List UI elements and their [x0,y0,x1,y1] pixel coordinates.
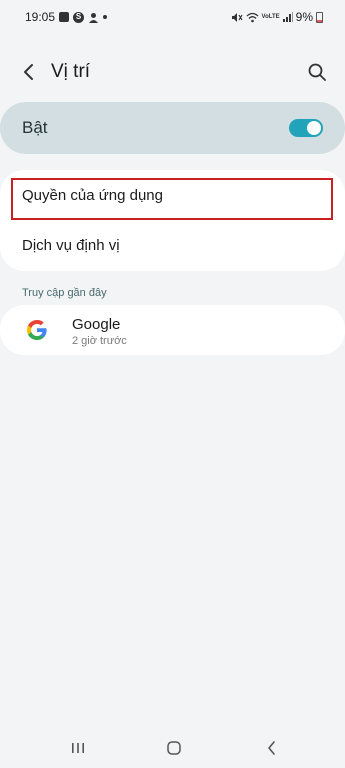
battery-percent: 9% [295,10,313,24]
status-bar: 19:05 S VoLTE 9% [0,0,345,36]
signal-icon [282,12,293,22]
navigation-bar [0,728,345,768]
status-time: 19:05 [25,10,56,24]
mute-icon [231,12,243,23]
home-button[interactable] [162,736,186,760]
recent-app-time: 2 giờ trước [72,335,127,347]
app-permissions-item[interactable]: Quyền của ứng dụng [0,170,345,220]
location-services-item[interactable]: Dịch vụ định vị [0,220,345,270]
person-notification-icon [88,12,99,23]
recents-icon [72,743,84,753]
location-switch[interactable] [289,119,323,137]
recent-access-card: Google 2 giờ trước [0,305,345,355]
volte-icon: VoLTE [261,14,280,20]
switch-knob [307,121,321,135]
page-title: Vị trí [51,61,91,82]
chevron-left-icon [24,64,33,80]
battery-icon [316,11,323,23]
recent-access-header: Truy cập gần đây [22,287,107,299]
more-notifications-dot-icon [103,15,108,19]
app-permissions-label: Quyền của ứng dụng [22,186,163,204]
search-button[interactable] [305,60,329,84]
recents-button[interactable] [66,736,90,760]
s-app-notification-icon: S [73,11,85,23]
nav-back-button[interactable] [260,736,284,760]
status-right: VoLTE 9% [231,10,323,24]
recent-app-name: Google [72,316,121,333]
back-button[interactable] [17,60,41,84]
app-header: Vị trí [0,52,345,92]
location-toggle-label: Bật [22,118,48,137]
location-services-label: Dịch vụ định vị [22,236,120,254]
search-icon [308,63,326,81]
home-icon [167,741,181,755]
recent-app-item[interactable]: Google 2 giờ trước [0,305,345,355]
status-left: 19:05 S [25,10,108,24]
back-icon [268,741,275,755]
location-settings-card: Quyền của ứng dụng Dịch vụ định vị [0,170,345,271]
gallery-notification-icon [59,12,70,22]
location-toggle-row[interactable]: Bật [0,102,345,154]
wifi-icon [246,12,259,23]
google-icon [27,320,47,340]
